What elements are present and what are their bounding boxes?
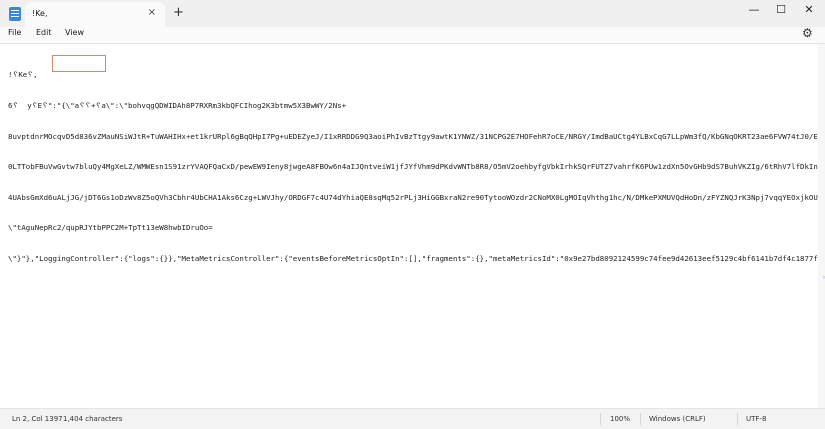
status-divider [737, 413, 738, 425]
editor-content[interactable]: !␦Ke␦, 6␦ y␦E␦":"{\"a␦␦+␦a\":\"bohvqgQDW… [8, 50, 818, 285]
character-count: 1,404 characters [63, 415, 123, 423]
editor-line-3: 8uvptdnrMOcqvD5d836vZMauNSiWJtR+TuWAHIHx… [8, 131, 818, 141]
vertical-scrollbar[interactable]: ◦ [818, 44, 825, 408]
editor-line-2: 6␦ y␦E␦":"{\"a␦␦+␦a\":\"bohvqgQDWIDAh8P7… [8, 101, 347, 111]
zoom-level[interactable]: 100% [610, 415, 630, 423]
menu-view[interactable]: View [65, 28, 84, 37]
menu-edit[interactable]: Edit [36, 28, 52, 37]
status-bar: Ln 2, Col 1397 1,404 characters 100% Win… [0, 408, 825, 429]
tab-title: !Ke, [32, 9, 48, 18]
tab-close-icon[interactable]: × [148, 7, 156, 18]
status-divider [600, 413, 601, 425]
new-tab-button[interactable]: + [173, 5, 184, 20]
tab-document[interactable]: !Ke, × [25, 2, 165, 27]
title-bar: !Ke, × + — ☐ ✕ [0, 0, 825, 27]
menu-file[interactable]: File [8, 28, 21, 37]
notepad-icon [9, 7, 21, 21]
selection-highlight [52, 55, 106, 72]
editor-line-4: 0LTTobFBuVwGvtw7bluQy4MgXeLZ/WMWEsn1S91z… [8, 162, 818, 172]
status-divider [640, 413, 641, 425]
minimize-button[interactable]: — [744, 3, 764, 16]
encoding[interactable]: UTF-8 [746, 415, 766, 423]
editor-line-1: !␦Ke␦, [8, 70, 38, 80]
text-editor[interactable]: !␦Ke␦, 6␦ y␦E␦":"{\"a␦␦+␦a\":\"bohvqgQDW… [0, 44, 818, 408]
line-endings[interactable]: Windows (CRLF) [649, 415, 706, 423]
close-button[interactable]: ✕ [799, 3, 819, 16]
editor-line-6: \"tAguNepRc2/qupRJYtbPPC2M+TpTt13eW8hwbI… [8, 223, 213, 233]
maximize-button[interactable]: ☐ [771, 3, 791, 16]
settings-gear-icon[interactable]: ⚙ [802, 26, 813, 40]
menu-bar: File Edit View ⚙ [0, 26, 825, 44]
editor-line-5: 4UAbsGmXd6uALjJG/jDT6Gs1oDzWv8Z5oQVh3Cbh… [8, 192, 818, 202]
cursor-position[interactable]: Ln 2, Col 1397 [12, 415, 63, 423]
editor-line-7: \"}"},"LoggingController":{"logs":{}},"M… [8, 254, 818, 264]
